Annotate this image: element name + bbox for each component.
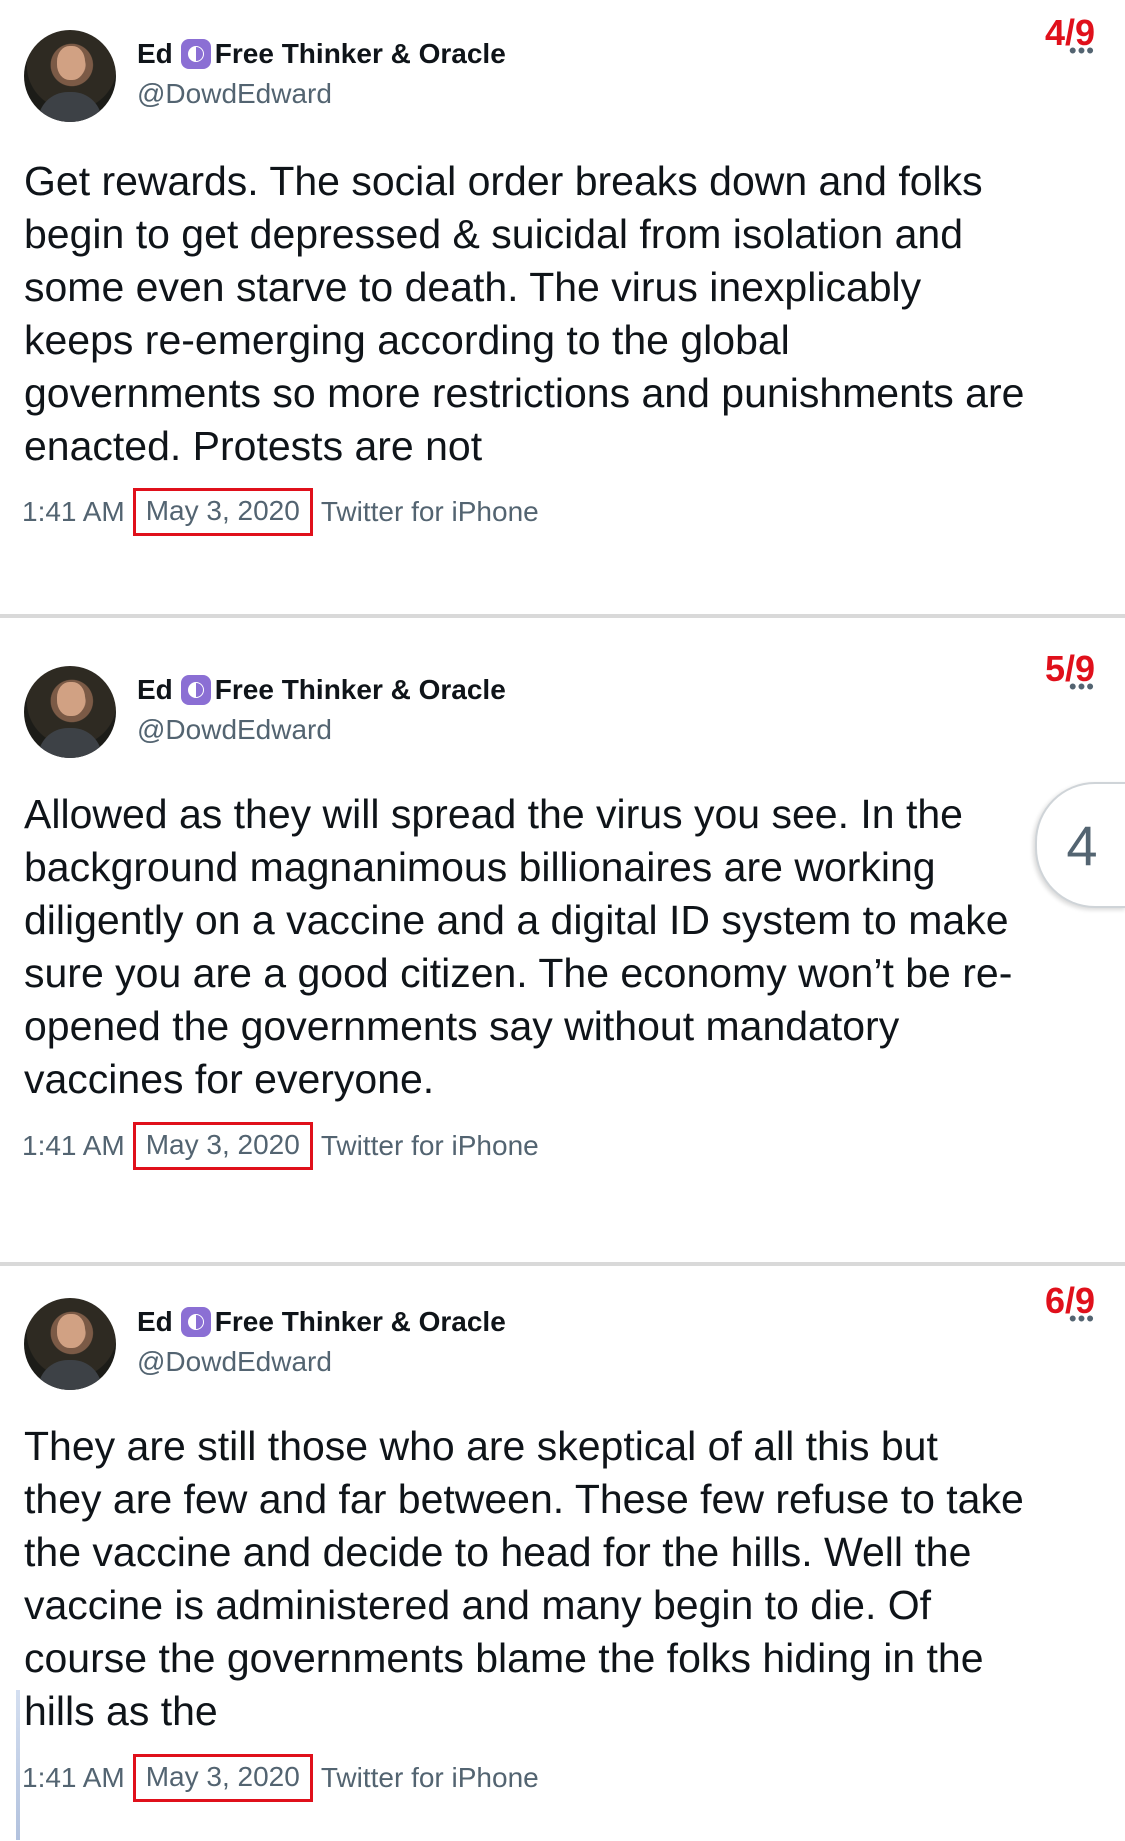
display-name-first: Ed [137,674,173,705]
yin-yang-icon [180,675,211,705]
divider [0,614,1125,618]
display-name-first: Ed [137,38,173,69]
avatar-face [57,682,85,716]
tweet-source[interactable]: Twitter for iPhone [321,496,539,528]
tweet-source[interactable]: Twitter for iPhone [321,1130,539,1162]
yin-yang-icon [180,39,211,69]
user-handle[interactable]: @DowdEdward [137,1346,332,1378]
display-name[interactable]: Ed Free Thinker & Oracle [137,674,506,706]
display-name[interactable]: Ed Free Thinker & Oracle [137,38,506,70]
avatar-shirt [38,1360,102,1390]
display-name-suffix: Free Thinker & Oracle [214,674,506,705]
tweet-meta: 1:41 AM May 3, 2020 Twitter for iPhone [22,1754,539,1802]
tweet-date[interactable]: May 3, 2020 [132,488,313,536]
avatar-face [57,46,85,80]
tweet-date[interactable]: May 3, 2020 [132,1122,313,1170]
tweet-date[interactable]: May 3, 2020 [132,1754,313,1802]
display-name-suffix: Free Thinker & Oracle [214,38,506,69]
tweet-card[interactable]: Ed Free Thinker & Oracle @DowdEdward 5/9… [0,636,1125,1264]
tweet-time[interactable]: 1:41 AM [22,1130,125,1162]
pen-mark [16,1690,20,1840]
more-options-icon[interactable]: ••• [1069,1308,1095,1330]
avatar-shirt [38,92,102,122]
display-name-suffix: Free Thinker & Oracle [214,1306,506,1337]
tweet-text: Allowed as they will spread the virus yo… [24,791,1013,1102]
tweet-card[interactable]: Ed Free Thinker & Oracle @DowdEdward 4/9… [0,0,1125,628]
more-options-icon[interactable]: ••• [1069,40,1095,62]
user-handle[interactable]: @DowdEdward [137,714,332,746]
display-name-first: Ed [137,1306,173,1337]
tweet-text: They are still those who are skeptical o… [24,1423,1024,1734]
display-name[interactable]: Ed Free Thinker & Oracle [137,1306,506,1338]
divider [0,1262,1125,1266]
tweet-source[interactable]: Twitter for iPhone [321,1762,539,1794]
tweet-meta: 1:41 AM May 3, 2020 Twitter for iPhone [22,488,539,536]
tweet-text: Get rewards. The social order breaks dow… [24,158,1025,469]
avatar-face [57,1314,85,1348]
avatar[interactable] [24,1298,116,1390]
tweet-time[interactable]: 1:41 AM [22,1762,125,1794]
more-options-icon[interactable]: ••• [1069,676,1095,698]
avatar[interactable] [24,666,116,758]
avatar[interactable] [24,30,116,122]
user-handle[interactable]: @DowdEdward [137,78,332,110]
tweet-time[interactable]: 1:41 AM [22,496,125,528]
tweet-meta: 1:41 AM May 3, 2020 Twitter for iPhone [22,1122,539,1170]
tweet-card[interactable]: Ed Free Thinker & Oracle @DowdEdward 6/9… [0,1268,1125,1841]
yin-yang-icon [180,1307,211,1337]
avatar-shirt [38,728,102,758]
